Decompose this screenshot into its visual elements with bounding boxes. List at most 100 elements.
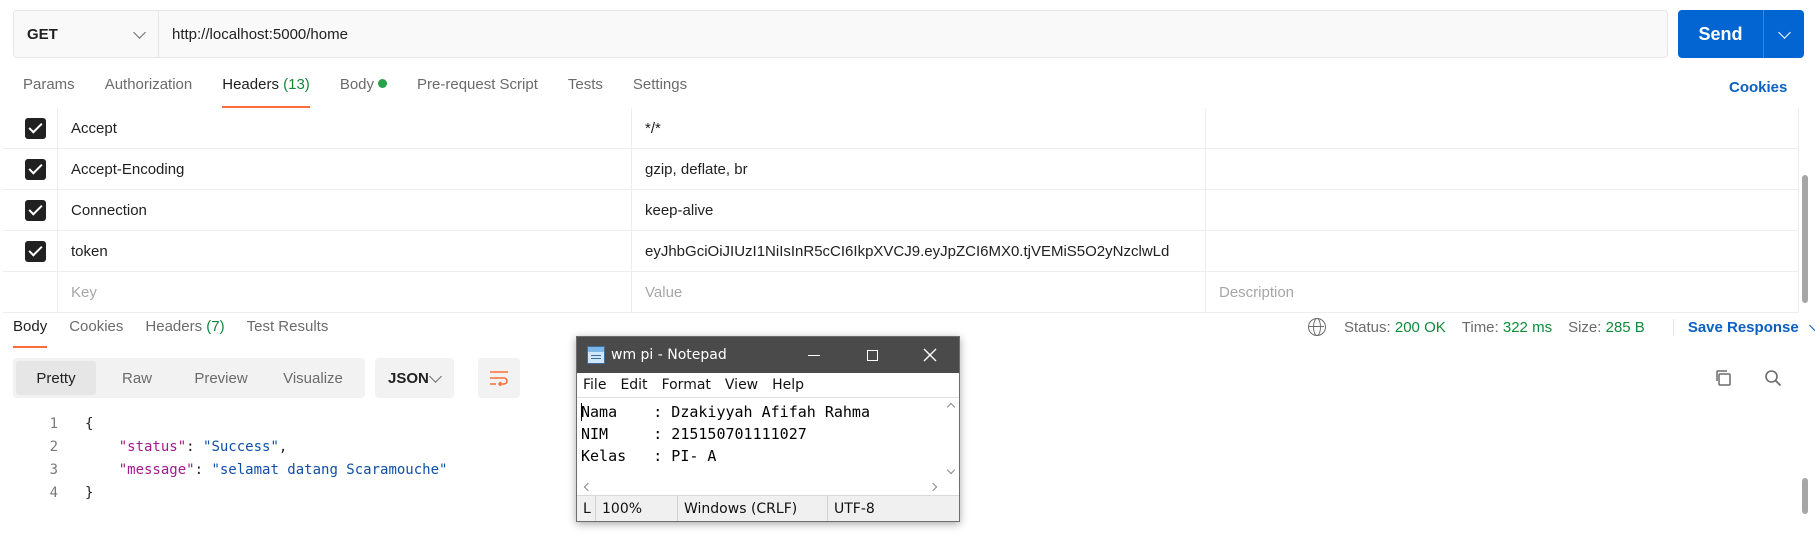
notepad-line: NIM : 215150701111027 — [581, 425, 807, 443]
status-encoding: UTF-8 — [834, 500, 875, 517]
header-description[interactable] — [1206, 108, 1799, 148]
menu-help[interactable]: Help — [772, 377, 804, 393]
view-preview-button[interactable]: Preview — [178, 361, 264, 395]
text-caret — [581, 403, 582, 421]
header-enabled-checkbox[interactable] — [24, 117, 46, 139]
view-visualize-button[interactable]: Visualize — [264, 361, 362, 395]
tab-response-cookies[interactable]: Cookies — [69, 318, 123, 348]
time-value[interactable]: 322 ms — [1503, 319, 1552, 336]
search-icon[interactable] — [1764, 369, 1782, 387]
status-label: Status: — [1344, 318, 1391, 336]
new-description-input[interactable]: Description — [1206, 272, 1799, 312]
code-line: 2 "status": "Success", — [28, 435, 447, 458]
tab-response-body[interactable]: Body — [13, 318, 48, 348]
notepad-window: wm pi - Notepad File Edit Format View He… — [576, 336, 960, 522]
chevron-right-icon[interactable] — [928, 482, 938, 491]
header-description[interactable] — [1206, 190, 1799, 230]
scrollbar-thumb[interactable] — [1802, 175, 1808, 303]
tab-test-results[interactable]: Test Results — [247, 318, 329, 348]
tab-authorization[interactable]: Authorization — [105, 76, 193, 108]
header-value[interactable]: keep-alive — [632, 190, 1206, 230]
scrollbar-thumb[interactable] — [1802, 478, 1808, 514]
status-value[interactable]: 200 OK — [1395, 319, 1446, 336]
cookies-link[interactable]: Cookies — [1729, 79, 1787, 96]
menu-edit[interactable]: Edit — [620, 377, 647, 393]
notepad-line: Kelas : PI- A — [581, 447, 717, 465]
view-pretty-button[interactable]: Pretty — [16, 361, 96, 395]
close-button[interactable] — [901, 337, 959, 373]
table-row: Accept */* — [3, 108, 1799, 149]
response-status: Status: 200 OK Time: 322 ms Size: 285 B … — [1308, 318, 1815, 336]
tab-headers[interactable]: Headers (13) — [222, 76, 310, 108]
menu-format[interactable]: Format — [662, 377, 711, 393]
send-button[interactable]: Send — [1678, 10, 1804, 58]
header-enabled-checkbox[interactable] — [24, 240, 46, 262]
tab-label: Test Results — [246, 318, 329, 335]
notepad-text: Nama : Dzakiyyah Afifah Rahma NIM : 21515… — [581, 401, 870, 467]
header-key[interactable]: Connection — [58, 190, 632, 230]
headers-scrollbar[interactable] — [1801, 110, 1809, 305]
notepad-line: Nama : Dzakiyyah Afifah Rahma — [581, 403, 870, 421]
header-value[interactable]: eyJhbGciOiJIUzI1NiIsInR5cCI6IkpXVCJ9.eyJ… — [632, 231, 1206, 271]
body-indicator-dot — [378, 79, 388, 88]
chevron-left-icon[interactable] — [583, 482, 593, 491]
header-description[interactable] — [1206, 149, 1799, 189]
empty-checkbox-cell — [3, 272, 58, 312]
format-label: JSON — [388, 369, 429, 387]
line-number: 3 — [49, 461, 58, 478]
tab-tests[interactable]: Tests — [568, 76, 603, 108]
globe-icon[interactable] — [1308, 318, 1326, 336]
status-line-ending: Windows (CRLF) — [678, 496, 828, 521]
menu-view[interactable]: View — [725, 377, 758, 393]
maximize-button[interactable] — [843, 337, 901, 373]
header-value[interactable]: */* — [632, 108, 1206, 148]
wrap-lines-button[interactable] — [478, 358, 520, 398]
tab-pre-request-script[interactable]: Pre-request Script — [417, 76, 538, 108]
header-value[interactable]: gzip, deflate, br — [632, 149, 1206, 189]
minimize-icon — [808, 354, 820, 356]
notepad-app-icon — [587, 346, 605, 364]
notepad-title-bar[interactable]: wm pi - Notepad — [577, 337, 959, 373]
tab-body[interactable]: Body — [339, 76, 388, 108]
save-response-button[interactable]: Save Response — [1672, 318, 1815, 336]
view-raw-button[interactable]: Raw — [96, 361, 178, 395]
format-select[interactable]: JSON — [375, 358, 454, 398]
code-line: 1{ — [28, 412, 447, 435]
url-input[interactable]: http://localhost:5000/home — [159, 26, 348, 43]
notepad-horizontal-scrollbar[interactable] — [577, 478, 944, 495]
headers-table: Accept */* Accept-Encoding gzip, deflate… — [3, 108, 1799, 313]
size-value[interactable]: 285 B — [1606, 319, 1645, 336]
notepad-vertical-scrollbar[interactable] — [942, 398, 959, 479]
tab-params[interactable]: Params — [23, 76, 75, 108]
new-key-input[interactable]: Key — [58, 272, 632, 312]
send-options-button[interactable] — [1764, 25, 1804, 39]
minimize-button[interactable] — [785, 337, 843, 373]
header-key[interactable]: token — [58, 231, 632, 271]
header-key[interactable]: Accept-Encoding — [58, 149, 632, 189]
table-row: Connection keep-alive — [3, 190, 1799, 231]
close-icon — [923, 348, 937, 362]
response-body-editor[interactable]: 1{ 2 "status": "Success", 3 "message": "… — [28, 412, 448, 504]
method-select[interactable]: GET — [14, 11, 159, 57]
notepad-text-area[interactable]: Nama : Dzakiyyah Afifah Rahma NIM : 21515… — [577, 397, 959, 495]
header-key[interactable]: Accept — [58, 108, 632, 148]
tab-label: Body — [339, 76, 375, 93]
header-enabled-checkbox[interactable] — [24, 199, 46, 221]
copy-icon[interactable] — [1714, 369, 1732, 387]
header-enabled-checkbox[interactable] — [24, 158, 46, 180]
notepad-title: wm pi - Notepad — [611, 347, 727, 363]
method-label: GET — [27, 25, 58, 43]
response-scrollbar[interactable] — [1801, 410, 1809, 535]
line-number: 2 — [49, 438, 58, 455]
json-value: "selamat datang Scaramouche" — [211, 461, 448, 478]
chevron-up-icon[interactable] — [946, 402, 955, 412]
header-description[interactable] — [1206, 231, 1799, 271]
menu-file[interactable]: File — [583, 377, 606, 393]
chevron-down-icon[interactable] — [946, 465, 955, 475]
status-line-col: L — [577, 496, 596, 521]
new-value-input[interactable]: Value — [632, 272, 1206, 312]
size-label: Size: — [1568, 318, 1602, 336]
tab-settings[interactable]: Settings — [633, 76, 687, 108]
tab-response-headers[interactable]: Headers (7) — [145, 318, 224, 348]
tab-label: Tests — [567, 76, 603, 93]
